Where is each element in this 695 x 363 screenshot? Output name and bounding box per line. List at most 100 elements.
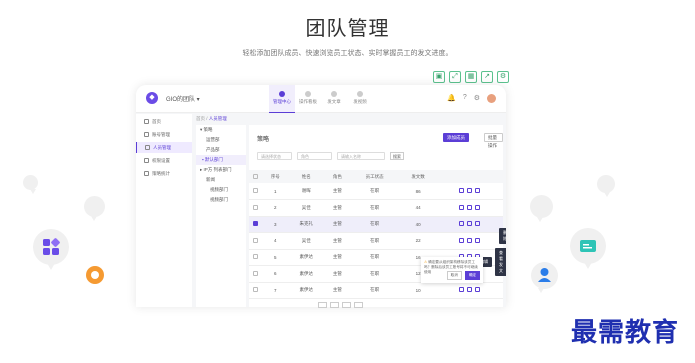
row-checkbox[interactable]	[249, 282, 263, 299]
deco-bubble-apps	[33, 229, 69, 270]
cell-role: 主管	[324, 249, 350, 266]
row-checkbox[interactable]	[249, 232, 263, 250]
edit-icon[interactable]	[459, 221, 465, 227]
col-header-actions	[436, 170, 503, 183]
cell-name: 吴佳	[287, 232, 325, 250]
tree-item[interactable]: 视频部门	[196, 185, 246, 195]
breadcrumb: 首页 / 人员管理	[196, 116, 227, 121]
row-checkbox[interactable]	[249, 199, 263, 217]
cell-name: 吴佳	[287, 199, 325, 217]
tree-item[interactable]: 视频部门	[196, 195, 246, 205]
tab-post-article[interactable]: 发文章	[321, 85, 347, 113]
confirm-button[interactable]: 确定	[464, 271, 480, 280]
tree-item[interactable]: ▪ 默认部门	[196, 155, 246, 165]
page-title: 策略	[257, 137, 270, 143]
cell-name: 素伊达	[287, 249, 325, 266]
tree-item[interactable]: 产品部	[196, 145, 246, 155]
people-icon	[145, 145, 150, 150]
cell-name: 素伊达	[287, 265, 325, 283]
delete-icon[interactable]	[467, 237, 473, 243]
row-actions	[436, 199, 503, 217]
row-checkbox[interactable]	[249, 265, 263, 283]
row-actions	[436, 183, 503, 200]
notification-icon[interactable]: 🔔	[447, 94, 456, 103]
cell-status: 在职	[349, 249, 400, 266]
table-row[interactable]: 4 吴佳 主管 在职 22	[249, 232, 503, 250]
cell-num: 2	[262, 199, 288, 217]
table-row[interactable]: 3 朱克礼 主管 在职 40	[249, 216, 503, 233]
avatar[interactable]	[487, 94, 496, 103]
cell-num: 4	[262, 232, 288, 250]
table-row[interactable]: 7 素伊达 主管 在职 10	[249, 282, 503, 299]
tree-item[interactable]: ▸ IP方 列表部门	[196, 165, 246, 175]
cancel-button[interactable]: 取消	[446, 271, 462, 280]
search-input[interactable]: 请输入名称	[337, 152, 385, 160]
apps-icon	[43, 238, 60, 255]
view-icon[interactable]	[475, 221, 481, 227]
delete-icon[interactable]	[467, 287, 473, 293]
delete-icon[interactable]	[467, 204, 473, 210]
delete-icon[interactable]	[467, 188, 473, 193]
tree-item[interactable]: 运营部	[196, 135, 246, 145]
page-button[interactable]	[354, 302, 363, 308]
table-row[interactable]: 1 谢晖 主管 在职 86	[249, 183, 503, 200]
sidebar-item-people[interactable]: 人员管理	[136, 142, 192, 153]
hero-subtitle: 轻松添加团队成员、快速浏览员工状态、实时掌握员工的发文进度。	[242, 50, 453, 57]
org-switcher[interactable]: GIO的团队 ▾	[166, 94, 200, 103]
help-icon[interactable]: ?	[463, 94, 467, 103]
view-icon[interactable]	[475, 188, 481, 193]
settings-icon[interactable]: ⚙	[497, 71, 509, 83]
tab-operations[interactable]: 操作看板	[295, 85, 321, 113]
cell-num: 1	[262, 183, 288, 200]
batch-button[interactable]: 批量操作	[484, 133, 503, 148]
sidebar-item-permissions[interactable]: 权限设置	[136, 155, 192, 166]
expand-icon[interactable]: ⤢	[449, 71, 461, 83]
edit-icon[interactable]	[459, 287, 465, 293]
deco-bubble-user	[531, 262, 558, 293]
select-all-checkbox[interactable]	[249, 170, 263, 183]
view-icon[interactable]	[475, 204, 481, 210]
cell-name: 谢晖	[287, 183, 325, 200]
view-icon[interactable]	[475, 237, 481, 243]
cell-posts: 44	[399, 199, 437, 217]
edit-icon[interactable]	[459, 204, 465, 210]
page-button[interactable]	[318, 302, 327, 308]
add-member-button[interactable]: 添加成员	[443, 133, 469, 142]
role-select[interactable]: 角色	[297, 152, 332, 160]
settings-icon[interactable]: ⚙	[474, 94, 480, 103]
tab-manage-center[interactable]: 管理中心	[269, 85, 295, 113]
row-actions	[436, 282, 503, 299]
cell-role: 主管	[324, 183, 350, 200]
tree-item[interactable]: 新闻	[196, 175, 246, 185]
row-checkbox[interactable]	[249, 249, 263, 266]
row-checkbox[interactable]	[249, 183, 263, 200]
row-checkbox[interactable]	[249, 216, 263, 233]
save-icon[interactable]: ▣	[433, 71, 445, 83]
hero-title: 团队管理	[305, 18, 390, 40]
search-button[interactable]: 搜索	[390, 152, 404, 160]
sidebar-item-home[interactable]: 首页	[136, 116, 192, 127]
tab-post-video[interactable]: 发视频	[347, 85, 373, 113]
sidebar-item-accounts[interactable]: 账号管理	[136, 129, 192, 140]
table-row[interactable]: 2 吴佳 主管 在职 44	[249, 199, 503, 217]
delete-icon[interactable]	[467, 221, 473, 227]
filter-bar: 请选择状态 角色 请输入名称 搜索	[257, 152, 404, 160]
logo-icon: ◆	[146, 92, 158, 104]
cell-name: 素伊达	[287, 282, 325, 299]
edit-icon[interactable]	[459, 237, 465, 243]
deco-bubble	[84, 196, 105, 221]
share-icon[interactable]: ↗	[481, 71, 493, 83]
status-select[interactable]: 请选择状态	[257, 152, 292, 160]
grid-icon[interactable]: ▦	[465, 71, 477, 83]
cell-posts: 86	[399, 183, 437, 200]
cell-num: 7	[262, 282, 288, 299]
sidebar-item-stats[interactable]: 策略统计	[136, 168, 192, 179]
view-icon[interactable]	[475, 287, 481, 293]
tree-item[interactable]: ▾ 策略	[196, 125, 246, 135]
edit-icon[interactable]	[459, 188, 465, 193]
page-button[interactable]	[342, 302, 351, 308]
row-actions	[436, 232, 503, 250]
cell-posts: 40	[399, 216, 437, 233]
top-icons: 🔔 ? ⚙	[447, 94, 496, 103]
page-button[interactable]	[330, 302, 339, 308]
